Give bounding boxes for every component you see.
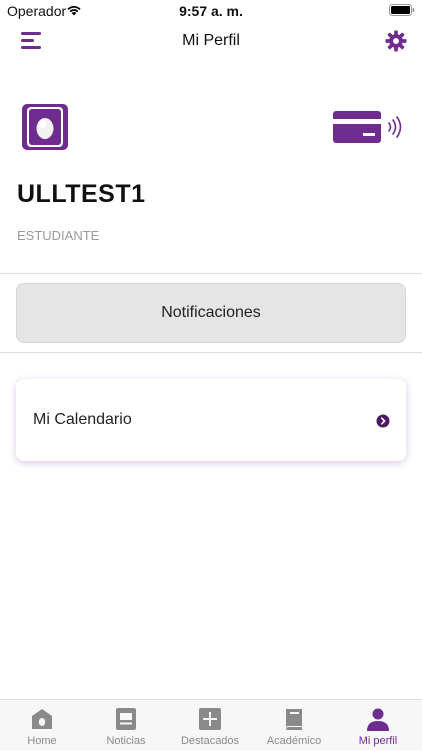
gear-icon[interactable] [385, 30, 407, 52]
card-icon [333, 111, 381, 143]
divider [0, 273, 422, 274]
page-title: Mi Perfil [182, 32, 240, 49]
avatar-egg-icon [22, 104, 68, 150]
bottom-tab-bar: Home Noticias Destacados Académico Mi pe… [0, 699, 422, 750]
clock: 9:57 a. m. [179, 3, 243, 19]
digital-card-button[interactable] [333, 111, 409, 145]
nfc-icon [388, 116, 402, 138]
tab-label: Mi perfil [358, 735, 398, 747]
plus-icon [199, 708, 221, 730]
news-icon [116, 708, 136, 730]
notifications-button[interactable]: Notificaciones [16, 283, 406, 343]
tab-featured[interactable]: Destacados [168, 700, 252, 751]
divider [0, 352, 422, 353]
person-icon [367, 708, 389, 731]
tab-label: Home [27, 735, 57, 747]
tab-label: Noticias [106, 735, 146, 747]
app-header: Mi Perfil [0, 24, 422, 60]
user-role: ESTUDIANTE [17, 228, 100, 243]
user-name: ULLTEST1 [17, 180, 146, 208]
book-icon [286, 709, 302, 730]
tab-home[interactable]: Home [0, 700, 84, 751]
tab-label: Destacados [180, 735, 240, 747]
home-icon [32, 709, 52, 729]
chevron-right-icon [376, 414, 390, 428]
tab-news[interactable]: Noticias [84, 700, 168, 751]
battery-icon [389, 4, 415, 16]
my-calendar-item[interactable]: Mi Calendario [16, 379, 406, 461]
tab-my-profile[interactable]: Mi perfil [336, 700, 420, 751]
calendar-label: Mi Calendario [33, 411, 132, 428]
tab-academic[interactable]: Académico [252, 700, 336, 751]
tab-label: Académico [266, 735, 322, 747]
status-bar: Operador 9:57 a. m. [0, 0, 422, 24]
notifications-label: Notificaciones [161, 304, 261, 321]
